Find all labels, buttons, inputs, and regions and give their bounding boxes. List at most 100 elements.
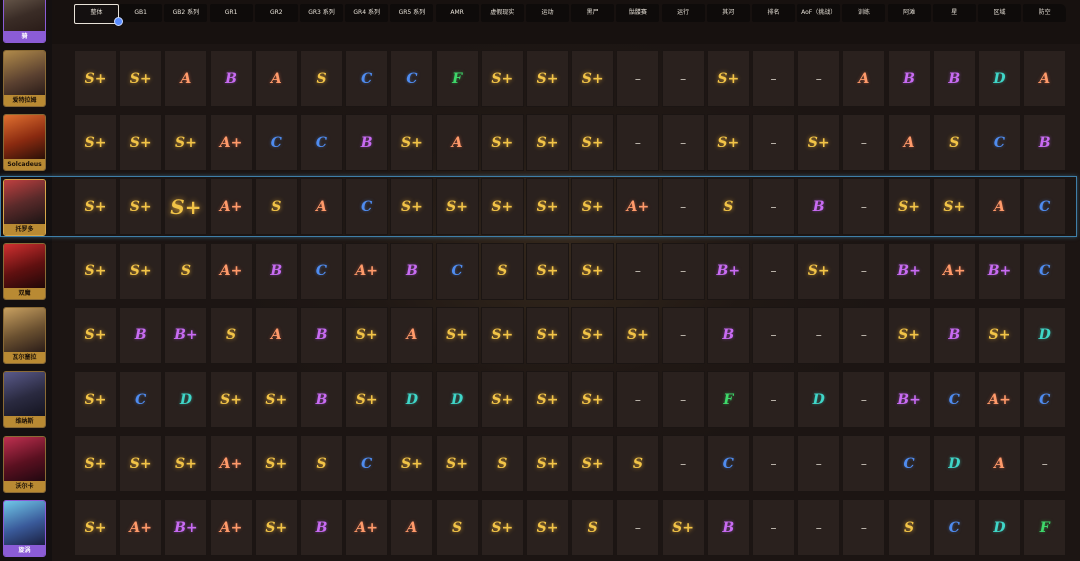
hero-name: 瓦尔塞拉	[4, 352, 45, 363]
hero-card-2[interactable]: Solcadeus	[3, 114, 46, 171]
grade-cell: –	[1023, 435, 1067, 493]
column-tab-3[interactable]: GR1	[209, 4, 253, 22]
column-tab-19[interactable]: 星	[932, 4, 976, 22]
column-tab-9[interactable]: 虚假现实	[480, 4, 524, 22]
grade-cell: –	[616, 371, 660, 428]
grade-cell: B+	[706, 242, 750, 300]
grade-cell: A+	[209, 499, 253, 557]
grade-cell: –	[797, 499, 841, 557]
grade-cell: D	[797, 371, 841, 428]
column-tab-17[interactable]: 训练	[842, 4, 886, 22]
hero-card-4[interactable]: 双魔	[3, 243, 46, 300]
column-tab-16[interactable]: AoF（挑战）	[797, 4, 841, 22]
grade-cell: –	[842, 242, 886, 300]
grade-cell: –	[752, 306, 795, 364]
grade-cell: A+	[209, 114, 253, 172]
grade-cell: A	[978, 178, 1021, 236]
grade-cell: S+	[390, 114, 434, 172]
column-tab-2[interactable]: GB2 系列	[164, 4, 208, 22]
grade-cell: –	[616, 114, 660, 172]
grade-cell: S	[480, 435, 524, 493]
grade-cell: A	[887, 114, 931, 172]
grade-cell: S+	[435, 435, 479, 493]
grade-cell: B	[209, 50, 253, 107]
grade-cell: B	[300, 306, 343, 364]
hero-card-3[interactable]: 托罗多	[3, 179, 46, 236]
grade-cell: S+	[119, 114, 163, 172]
column-tab-18[interactable]: 阿滩	[887, 4, 931, 22]
grade-cell: A	[390, 306, 434, 364]
hero-card-6[interactable]: 维纳斯	[3, 371, 46, 428]
grade-cell: S+	[390, 178, 434, 236]
grade-cell: S+	[74, 114, 117, 172]
grade-cell: C	[1023, 242, 1067, 300]
grade-cell: B	[300, 499, 343, 557]
grade-cell: A+	[978, 371, 1021, 428]
grade-cell: S	[300, 435, 343, 493]
grade-cell: –	[752, 50, 795, 107]
column-tab-11[interactable]: 黑尸	[571, 4, 615, 22]
hero-card-7[interactable]: 沃尔卡	[3, 436, 46, 493]
grade-cell: S	[209, 306, 253, 364]
grade-cell: –	[842, 499, 886, 557]
grade-cell: –	[842, 306, 886, 364]
grade-cell: –	[752, 371, 795, 428]
grade-cell: S+	[480, 499, 524, 557]
hero-card-5[interactable]: 瓦尔塞拉	[3, 307, 46, 364]
fire-demon-portrait-icon	[4, 115, 45, 159]
armored-knight-portrait-icon	[4, 180, 45, 224]
hero-card-1[interactable]: 爱特拉姆	[3, 50, 46, 107]
grade-cell: A	[390, 499, 434, 557]
red-demon-portrait-icon	[4, 244, 45, 288]
grade-cell: B	[254, 242, 298, 300]
grade-cell: C	[119, 371, 163, 428]
column-tab-5[interactable]: GR3 系列	[300, 4, 343, 22]
column-tab-8[interactable]: AMR	[435, 4, 479, 22]
hero-card-0[interactable]: 骑	[3, 0, 46, 43]
grade-cell: S+	[616, 306, 660, 364]
grade-cell: S+	[209, 371, 253, 428]
grade-cell: –	[752, 242, 795, 300]
column-tab-15[interactable]: 排名	[752, 4, 795, 22]
column-tab-21[interactable]: 防空	[1023, 4, 1067, 22]
grade-cell: B	[797, 178, 841, 236]
column-tab-6[interactable]: GR4 系列	[345, 4, 389, 22]
grade-cell: C	[887, 435, 931, 493]
grade-cell: S	[480, 242, 524, 300]
hero-card-8[interactable]: 旋涡	[3, 500, 46, 557]
hero-name: 爱特拉姆	[4, 95, 45, 106]
grade-cell: A	[435, 114, 479, 172]
grade-cell: C	[345, 50, 389, 107]
column-tab-0[interactable]: 整体	[74, 4, 119, 24]
grade-cell: –	[616, 242, 660, 300]
grade-cell: S	[300, 50, 343, 107]
column-tab-20[interactable]: 区域	[978, 4, 1021, 22]
grade-cell: –	[661, 178, 705, 236]
column-tab-4[interactable]: GR2	[254, 4, 298, 22]
grade-cell: B	[706, 499, 750, 557]
grade-cell: S+	[254, 499, 298, 557]
grade-cell: –	[752, 178, 795, 236]
grade-cell: S+	[164, 114, 208, 172]
grade-cell: S+	[526, 114, 569, 172]
column-tab-7[interactable]: GR5 系列	[390, 4, 434, 22]
grade-cell: B+	[887, 242, 931, 300]
grade-cell: S+	[119, 242, 163, 300]
grade-cell: A+	[345, 499, 389, 557]
grade-cell: C	[300, 242, 343, 300]
grade-cell: –	[797, 50, 841, 107]
grade-cell: A+	[209, 435, 253, 493]
grade-cell: –	[661, 435, 705, 493]
column-tab-14[interactable]: 其河	[706, 4, 750, 22]
column-tab-1[interactable]: GB1	[119, 4, 163, 22]
grade-cell: S+	[571, 242, 615, 300]
column-tab-13[interactable]: 运行	[661, 4, 705, 22]
column-tab-12[interactable]: 骷髅赛	[616, 4, 660, 22]
column-tab-10[interactable]: 运动	[526, 4, 569, 22]
grade-cell: S+	[571, 114, 615, 172]
grade-cell: C	[932, 499, 976, 557]
grade-cell: S+	[345, 371, 389, 428]
grade-cell: S+	[480, 50, 524, 107]
grade-cell: –	[752, 435, 795, 493]
grade-cell: B	[706, 306, 750, 364]
